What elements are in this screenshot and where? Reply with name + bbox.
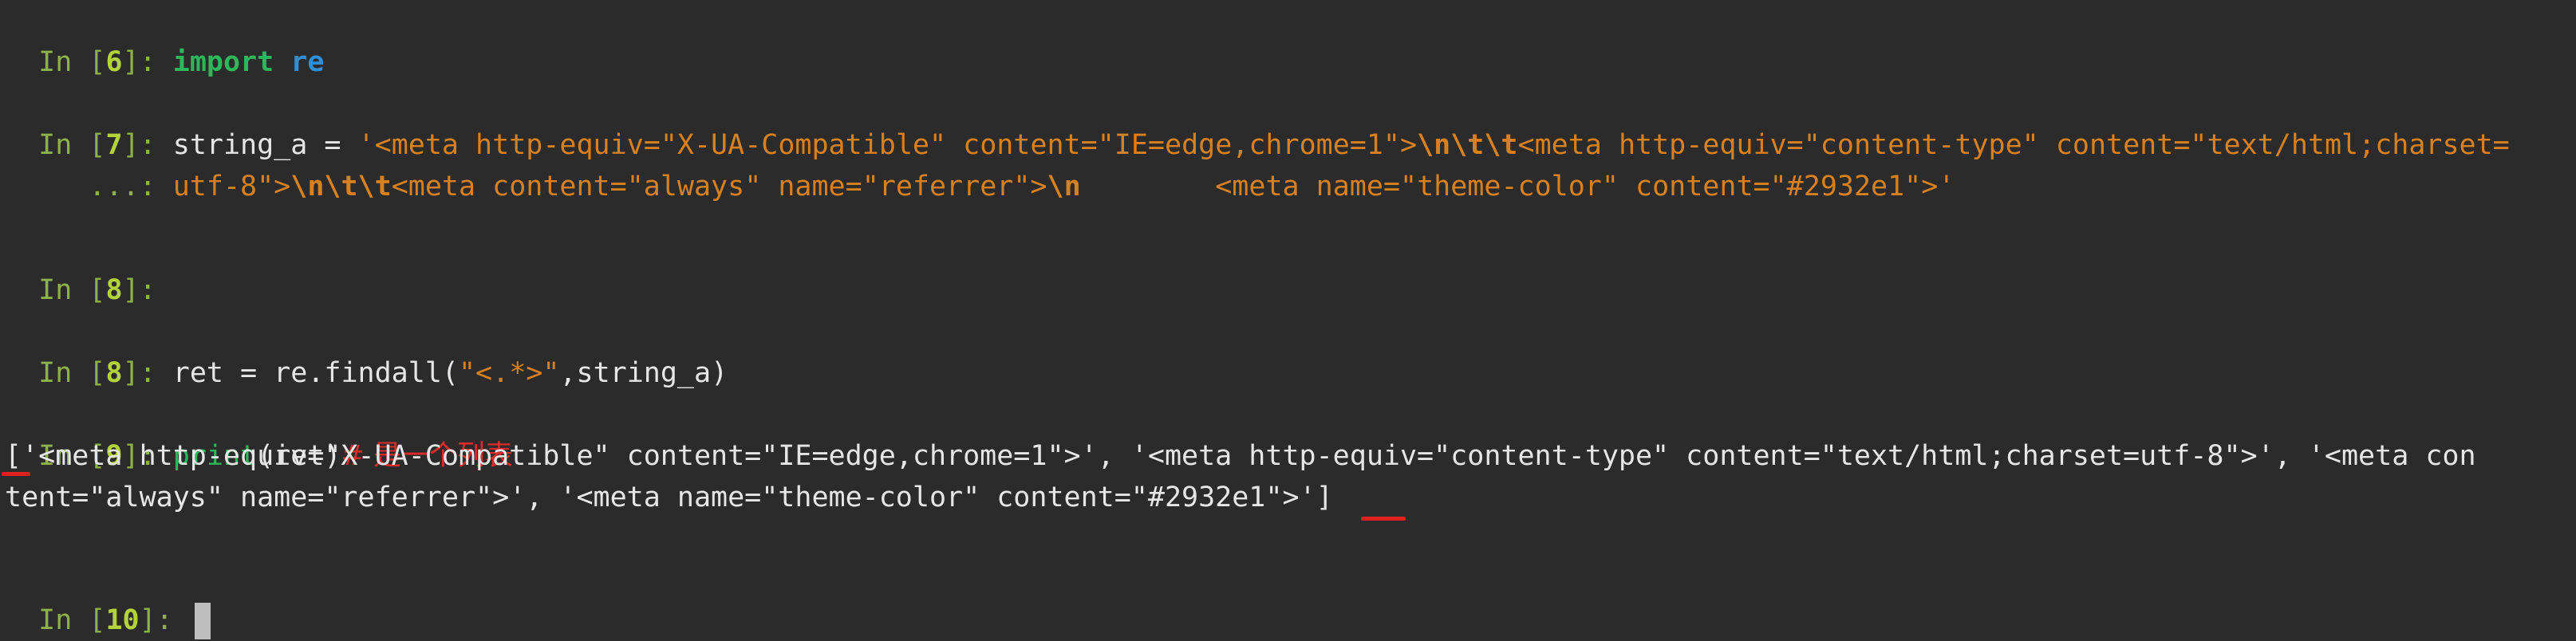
cell-8-input: In [8]: ret = re.findall("<.*>",string_a… [38,357,728,389]
annotation-underline-close-bracket [1361,517,1406,521]
regex-pattern-string: "<.*>" [458,357,560,389]
cell-10-input[interactable]: In [10]: [5,558,211,639]
module-name: re [290,46,325,78]
cell-9-input: In [9]: print(ret)# 是一个列表 [38,440,513,472]
keyword-import: import [172,46,274,78]
cell-8-empty-input: In [8]: [38,274,173,306]
prompt-label: In [38,357,89,389]
prompt-suffix: ]: [122,46,173,78]
code-text: ret = re.findall( [172,357,459,389]
escape-sequence: \n [1047,171,1081,203]
prompt-suffix: ]: [139,604,190,636]
continuation-prompt: ...: [38,171,173,203]
prompt-suffix: ]: [122,274,173,306]
text-cursor[interactable] [194,603,211,639]
prompt-number: 8 [105,357,123,389]
output-line-2: tent="always" name="referrer">', '<meta … [5,482,1333,513]
prompt-label: In [38,274,89,306]
string-literal: <meta content="always" name="referrer"> [391,171,1047,203]
prompt-label: In [38,46,89,78]
prompt-suffix: ]: [122,357,173,389]
annotation-underline-open-bracket [2,472,30,476]
cell-7-input-line-1: In [7]: string_a = '<meta http-equiv="X-… [38,129,2510,161]
prompt-label: In [38,604,89,636]
cell-7-input-line-2: ...: utf-8">\n\t\t<meta content="always"… [5,124,1955,203]
prompt-number: 8 [105,274,123,306]
code-text: ,string_a) [559,357,728,389]
prompt-number: 6 [105,46,123,78]
prompt-number: 10 [105,604,140,636]
string-literal: <meta name="theme-color" content="#2932e… [1080,171,1955,203]
output-line-1: ['<meta http-equiv="X-UA-Compatible" con… [5,440,2476,472]
escape-sequence: \n\t\t [290,171,392,203]
cell-6-input: In [6]: import re [38,46,325,78]
string-literal: utf-8"> [172,171,291,203]
